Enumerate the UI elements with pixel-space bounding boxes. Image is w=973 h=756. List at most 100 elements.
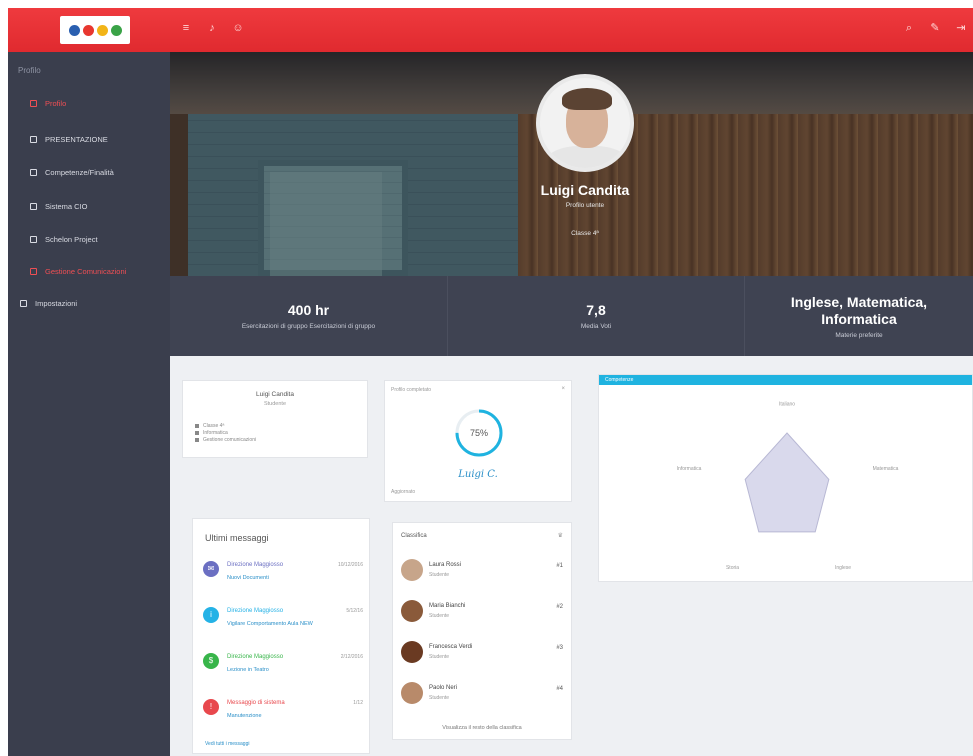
ranking-role: Studente (429, 613, 450, 619)
mini-profile-card: Luigi Candita Studente Classe 4ª Informa… (182, 380, 368, 458)
message-from: Direzione Maggiosso (227, 562, 284, 568)
info-icon: i (203, 607, 219, 623)
message-text: Manutenzione (227, 713, 262, 719)
ranking-item[interactable]: Maria Bianchi Studente #2 (401, 600, 563, 628)
sidebar-item-label: Gestione Comunicazioni (45, 266, 127, 276)
avatar (401, 641, 423, 663)
sidebar-item-impostazioni[interactable]: Impostazioni (20, 296, 77, 310)
skills-radar: Italiano Matematica Inglese Storia Informati… (677, 401, 899, 571)
ranking-position: #1 (556, 563, 563, 569)
stat-average: 7,8 Media Voti (448, 276, 745, 356)
ranking-card: Classifica ♛ Laura Rossi Studente #1 Mar… (392, 522, 572, 740)
avatar (401, 559, 423, 581)
ranking-position: #2 (556, 604, 563, 610)
document-icon: ✉ (203, 561, 219, 577)
completion-signature: Luigi C. (458, 469, 498, 480)
message-text: Nuovi Documenti (227, 575, 269, 581)
ranking-name: Maria Bianchi (429, 603, 466, 609)
menu-icon[interactable]: ≡ (180, 22, 192, 34)
search-icon[interactable]: ⌕ (903, 22, 915, 34)
sidebar-item-label: Impostazioni (35, 298, 78, 308)
sidebar-item-label: Competenze/Finalità (45, 167, 114, 177)
ranking-item[interactable]: Laura Rossi Studente #1 (401, 559, 563, 587)
stat-label: Materie preferite (835, 331, 883, 339)
logo-dot (68, 24, 80, 36)
sidebar-item-presentazione[interactable]: PRESENTAZIONE (30, 132, 108, 146)
message-time: 1/12 (353, 700, 363, 706)
sidebar-section-label: Profilo (18, 66, 41, 75)
sidebar-item-project[interactable]: Schelon Project (30, 232, 98, 246)
logo-dot (96, 24, 108, 36)
user-icon[interactable]: ☺ (232, 22, 244, 34)
ranking-name: Paolo Neri (429, 685, 458, 691)
ranking-name: Laura Rossi (429, 562, 462, 568)
logo-dot (110, 24, 122, 36)
message-item[interactable]: i Direzione Maggiosso 5/12/16 Vigilare C… (203, 607, 363, 637)
message-item[interactable]: $ Direzione Maggiosso 2/12/2016 Lezione … (203, 653, 363, 683)
message-time: 2/12/2016 (340, 654, 363, 660)
profile-cover: Luigi Candita Profilo utente Classe 4ª (170, 52, 973, 276)
ranking-item[interactable]: Paolo Neri Studente #4 (401, 682, 563, 710)
pencil-icon[interactable]: ✎ (929, 22, 941, 34)
skills-radar-card: Competenze Italiano Matematica Inglese Stor… (598, 374, 973, 582)
avatar (401, 682, 423, 704)
radar-axis-label: Italiano (779, 401, 795, 407)
stat-label: Esercitazioni di gruppo Esercitazioni di… (241, 323, 376, 330)
avatar-hair (562, 88, 612, 110)
app-logo[interactable] (60, 16, 130, 44)
profile-name: Luigi Candita (540, 182, 630, 198)
ranking-item[interactable]: Francesca Verdi Studente #3 (401, 641, 563, 669)
radar-axis-label: Inglese (835, 565, 851, 571)
sidebar-item-label: Profilo (45, 98, 67, 108)
message-item[interactable]: ✉ Direzione Maggiosso 10/12/2016 Nuovi D… (203, 561, 363, 591)
ranking-title: Classifica (401, 533, 427, 539)
message-text: Lezione in Teatro (227, 667, 269, 673)
sidebar-item-competenze[interactable]: Competenze/Finalità (30, 165, 114, 179)
messages-title: Ultimi messaggi (205, 533, 269, 543)
mini-profile-item: Informatica (195, 430, 228, 436)
message-time: 5/12/16 (346, 608, 363, 614)
message-text: Vigilare Comportamento Aula NEW (227, 621, 313, 627)
trophy-icon[interactable]: ♛ (558, 532, 563, 539)
view-full-ranking-link[interactable]: Visualizza il resto della classifica (393, 725, 571, 731)
calendar-icon: $ (203, 653, 219, 669)
logout-icon[interactable]: ⇥ (955, 22, 967, 34)
sidebar-item-comunicazioni[interactable]: Gestione Comunicazioni (30, 264, 126, 278)
ranking-role: Studente (429, 572, 450, 578)
radar-axis-label: Informatica (677, 466, 702, 472)
profile-class: Classe 4ª (571, 230, 599, 237)
radar-axis-label: Matematica (873, 466, 899, 472)
view-all-messages-link[interactable]: Vedi tutti i messaggi (205, 741, 249, 747)
message-item[interactable]: ! Messaggio di sistema 1/12 Manutenzione (203, 699, 363, 729)
settings-icon (20, 299, 27, 307)
top-bar: ≡ ♪ ☺ ⌕ ✎ ⇥ (8, 8, 973, 52)
avatar (401, 600, 423, 622)
radar-area (744, 432, 830, 533)
bell-icon[interactable]: ♪ (206, 22, 218, 34)
ranking-position: #3 (556, 645, 563, 651)
sidebar-item-profilo[interactable]: Profilo (30, 96, 66, 110)
donut-percent: 75% (470, 428, 488, 438)
sidebar-item-label: PRESENTAZIONE (45, 134, 108, 144)
document-icon (30, 135, 37, 143)
sidebar-item-label: Schelon Project (45, 234, 98, 244)
profile-subtitle: Profilo utente (565, 202, 605, 209)
ranking-role: Studente (429, 695, 450, 701)
mini-profile-item: Gestione comunicazioni (195, 437, 256, 443)
stat-value: 7,8 (586, 302, 606, 318)
bullet-icon (195, 438, 199, 442)
stat-value: Inglese, Matematica, Informatica (790, 293, 928, 327)
profile-avatar[interactable] (536, 74, 634, 172)
user-icon (30, 99, 37, 107)
alert-icon: ! (203, 699, 219, 715)
gear-icon (30, 202, 37, 210)
message-from: Direzione Maggiosso (227, 654, 284, 660)
sidebar: Profilo Profilo PRESENTAZIONE Competenze… (8, 52, 170, 756)
mini-profile-item: Classe 4ª (195, 423, 224, 429)
sidebar-item-label: Sistema CIO (45, 201, 88, 211)
mini-profile-name: Luigi Candita (256, 391, 294, 398)
sidebar-item-sistema[interactable]: Sistema CIO (30, 199, 88, 213)
completion-card: Profilo completato × 75% Luigi C. Aggior… (384, 380, 572, 502)
stats-bar: 400 hr Esercitazioni di gruppo Esercitaz… (170, 276, 973, 356)
mini-profile-role: Studente (263, 401, 287, 407)
